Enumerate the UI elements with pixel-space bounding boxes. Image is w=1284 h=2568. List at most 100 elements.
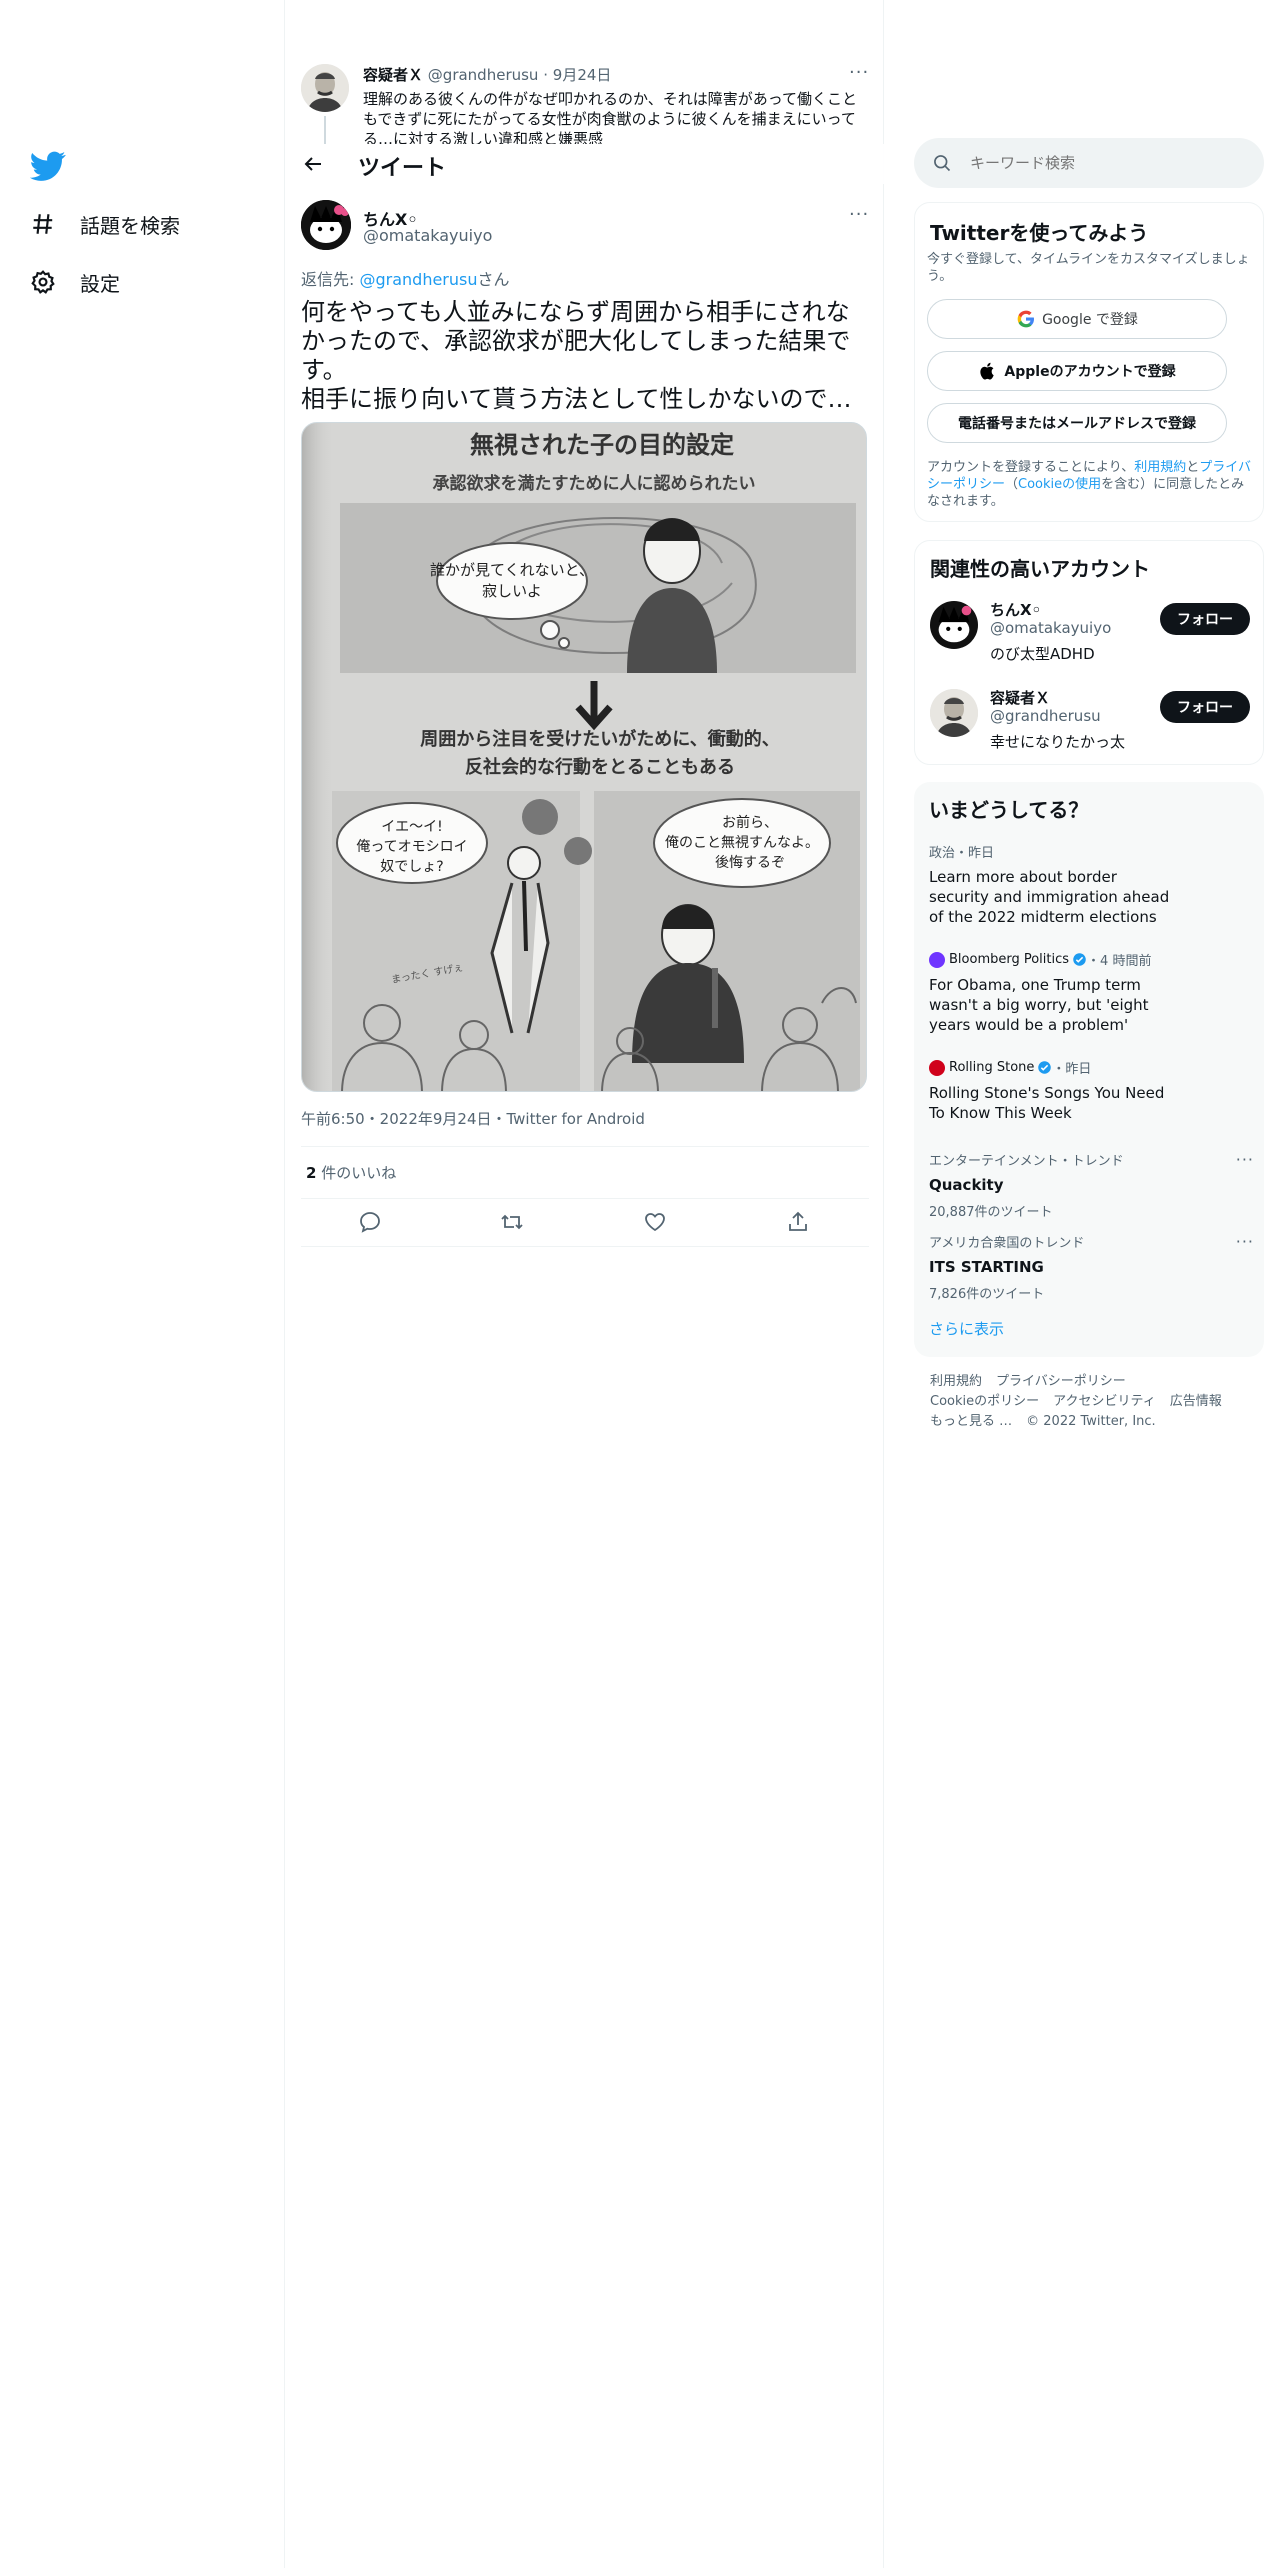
author-handle[interactable]: @omatakayuiyo [363, 226, 492, 245]
trend-time: ・4 時間前 [1087, 954, 1152, 969]
search-box[interactable] [914, 138, 1264, 188]
divider [301, 1246, 869, 1247]
avatar[interactable] [301, 64, 349, 112]
main-column: 容疑者Ｘ @grandherusu · 9月24日 理解のある彼くんの件がなぜ叩… [286, 0, 884, 2568]
footer-link[interactable]: もっと見る … [930, 1414, 1012, 1429]
svg-text:後悔するぞ: 後悔するぞ [715, 855, 785, 871]
tweet-image[interactable]: 無視された子の目的設定 承認欲求を満たすために人に認められたい 誰かが見てくれな… [301, 422, 867, 1092]
trend-source: Rolling Stone [949, 1060, 1035, 1075]
tweet-date[interactable]: 9月24日 [553, 66, 612, 84]
more-icon[interactable]: ··· [849, 204, 869, 225]
more-icon[interactable]: ··· [1236, 1232, 1254, 1251]
previous-tweet-body: 容疑者Ｘ @grandherusu · 9月24日 理解のある彼くんの件がなぜ叩… [363, 64, 869, 144]
svg-text:俺ってオモシロイ: 俺ってオモシロイ [356, 839, 467, 855]
account-bio: 幸せになりたかっ太 [990, 733, 1126, 751]
trend-item[interactable]: エンターテインメント・トレンド Quackity 20,887件のツイート ··… [929, 1150, 1254, 1220]
phone-email-signup-label: 電話番号またはメールアドレスで登録 [958, 416, 1196, 432]
verified-badge-icon [1073, 953, 1086, 966]
avatar[interactable] [301, 200, 351, 250]
follow-button[interactable]: フォロー [1160, 603, 1250, 635]
retweet-icon[interactable] [500, 1210, 524, 1234]
likes-label: 件のいいね [316, 1164, 397, 1182]
hashtag-icon [33, 214, 53, 234]
likes-count[interactable]: 2 件のいいね [306, 1162, 396, 1183]
trend-meta: Rolling Stone ・昨日 [929, 1058, 1254, 1077]
dot-separator: · [543, 66, 548, 84]
left-sidebar: 話題を検索 設定 [0, 0, 285, 2568]
signup-title: Twitterを使ってみよう [930, 221, 1149, 245]
image-middle-line2: 反社会的な行動をとることもある [465, 756, 735, 778]
footer-link[interactable]: アクセシビリティ [1053, 1394, 1156, 1409]
trend-meta: アメリカ合衆国のトレンド [929, 1236, 1085, 1251]
related-account[interactable]: ちんX◦ @omatakayuiyo のび太型ADHD フォロー [930, 597, 1250, 673]
trend-item[interactable]: アメリカ合衆国のトレンド ITS STARTING 7,826件のツイート ··… [929, 1232, 1254, 1302]
trend-title: Quackity [929, 1176, 1004, 1194]
twitter-logo-icon[interactable] [30, 148, 66, 184]
image-bubble-top-2: 寂しいよ [482, 582, 542, 600]
nav-explore[interactable]: 話題を検索 [30, 204, 180, 244]
trend-item[interactable]: Rolling Stone ・昨日 Rolling Stone's Songs … [929, 1058, 1254, 1123]
signup-terms: アカウントを登録することにより、利用規約とプライバシーポリシー（Cookieの使… [927, 459, 1252, 510]
footer-link[interactable]: 利用規約 [930, 1374, 982, 1389]
tweet-timestamp[interactable]: 午前6:50・2022年9月24日・Twitter for Android [301, 1108, 645, 1129]
show-more-link[interactable]: さらに表示 [929, 1318, 1004, 1339]
avatar[interactable] [930, 601, 978, 649]
page-title: ツイート [358, 156, 447, 181]
terms-link[interactable]: 利用規約 [1134, 460, 1186, 475]
divider [301, 1146, 869, 1147]
footer-link[interactable]: Cookieのポリシー [930, 1394, 1039, 1409]
reply-suffix: さん [477, 270, 510, 289]
related-title: 関連性の高いアカウント [930, 557, 1150, 581]
reply-icon[interactable] [358, 1210, 382, 1234]
previous-tweet-text: 理解のある彼くんの件がなぜ叩かれるのか、それは障害があって働くこともできずに死に… [363, 90, 857, 144]
search-icon [934, 155, 951, 172]
previous-tweet[interactable]: 容疑者Ｘ @grandherusu · 9月24日 理解のある彼くんの件がなぜ叩… [301, 60, 869, 144]
more-icon[interactable]: ··· [1236, 1150, 1254, 1169]
follow-button[interactable]: フォロー [1160, 691, 1250, 723]
bloomberg-logo-icon [929, 951, 945, 968]
footer-link[interactable]: 広告情報 [1170, 1394, 1222, 1409]
trend-title: Learn more about border security and imm… [929, 868, 1170, 926]
right-sidebar: Twitterを使ってみよう 今すぐ登録して、タイムラインをカスタマイズしましょ… [884, 0, 1284, 2568]
account-name[interactable]: 容疑者Ｘ [990, 687, 1050, 708]
account-handle[interactable]: @grandherusu [990, 707, 1101, 725]
trend-item[interactable]: Bloomberg Politics ・4 時間前 For Obama, one… [929, 950, 1254, 1035]
phone-email-signup-button[interactable]: 電話番号またはメールアドレスで登録 [927, 403, 1227, 443]
apple-signup-button[interactable]: Appleのアカウントで登録 [927, 351, 1227, 391]
related-accounts-card: 関連性の高いアカウント ちんX◦ @omatakayuiyo のび太型ADHD … [914, 540, 1264, 765]
footer: 利用規約 プライバシーポリシー Cookieのポリシー アクセシビリティ 広告情報 も… [930, 1372, 1250, 1432]
account-bio: のび太型ADHD [990, 645, 1095, 663]
trend-time: ・昨日 [1052, 1062, 1092, 1077]
divider [301, 1198, 869, 1199]
nav-settings[interactable]: 設定 [30, 262, 120, 302]
apple-icon [980, 362, 995, 380]
image-bubble-right: お前ら、 [722, 814, 778, 831]
account-handle[interactable]: @omatakayuiyo [990, 619, 1111, 637]
rolling-stone-logo-icon [929, 1059, 945, 1076]
trend-meta: 政治・昨日 [929, 846, 995, 861]
thread-line [324, 116, 326, 144]
related-account[interactable]: 容疑者Ｘ @grandherusu 幸せになりたかっ太 フォロー [930, 685, 1250, 761]
search-input[interactable] [970, 138, 1250, 188]
image-bubble-top: 誰かが見てくれないと、 [430, 561, 594, 579]
trends-card: いまどうしてる？ 政治・昨日 Learn more about border s… [914, 782, 1264, 1357]
terms-and: と [1186, 460, 1200, 475]
trend-count: 7,826件のツイート [929, 1287, 1045, 1302]
footer-link[interactable]: プライバシーポリシー [996, 1374, 1126, 1389]
share-icon[interactable] [786, 1210, 810, 1234]
more-icon[interactable]: ··· [849, 62, 869, 83]
signup-subtitle: 今すぐ登録して、タイムラインをカスタマイズしましょう。 [927, 252, 1250, 284]
author-handle[interactable]: @grandherusu [428, 66, 539, 84]
google-signup-button[interactable]: Google で登録 [927, 299, 1227, 339]
author-name[interactable]: 容疑者Ｘ [363, 66, 423, 84]
nav-settings-label: 設定 [80, 271, 120, 296]
trend-item[interactable]: 政治・昨日 Learn more about border security a… [929, 842, 1254, 927]
back-arrow-icon[interactable] [301, 152, 325, 176]
account-name[interactable]: ちんX◦ [990, 599, 1041, 620]
trend-count: 20,887件のツイート [929, 1205, 1053, 1220]
cookie-link[interactable]: Cookieの使用 [1018, 477, 1101, 492]
trend-source: Bloomberg Politics [949, 952, 1070, 967]
like-icon[interactable] [643, 1210, 667, 1234]
reply-to-link[interactable]: @grandherusu [359, 270, 477, 289]
avatar[interactable] [930, 689, 978, 737]
